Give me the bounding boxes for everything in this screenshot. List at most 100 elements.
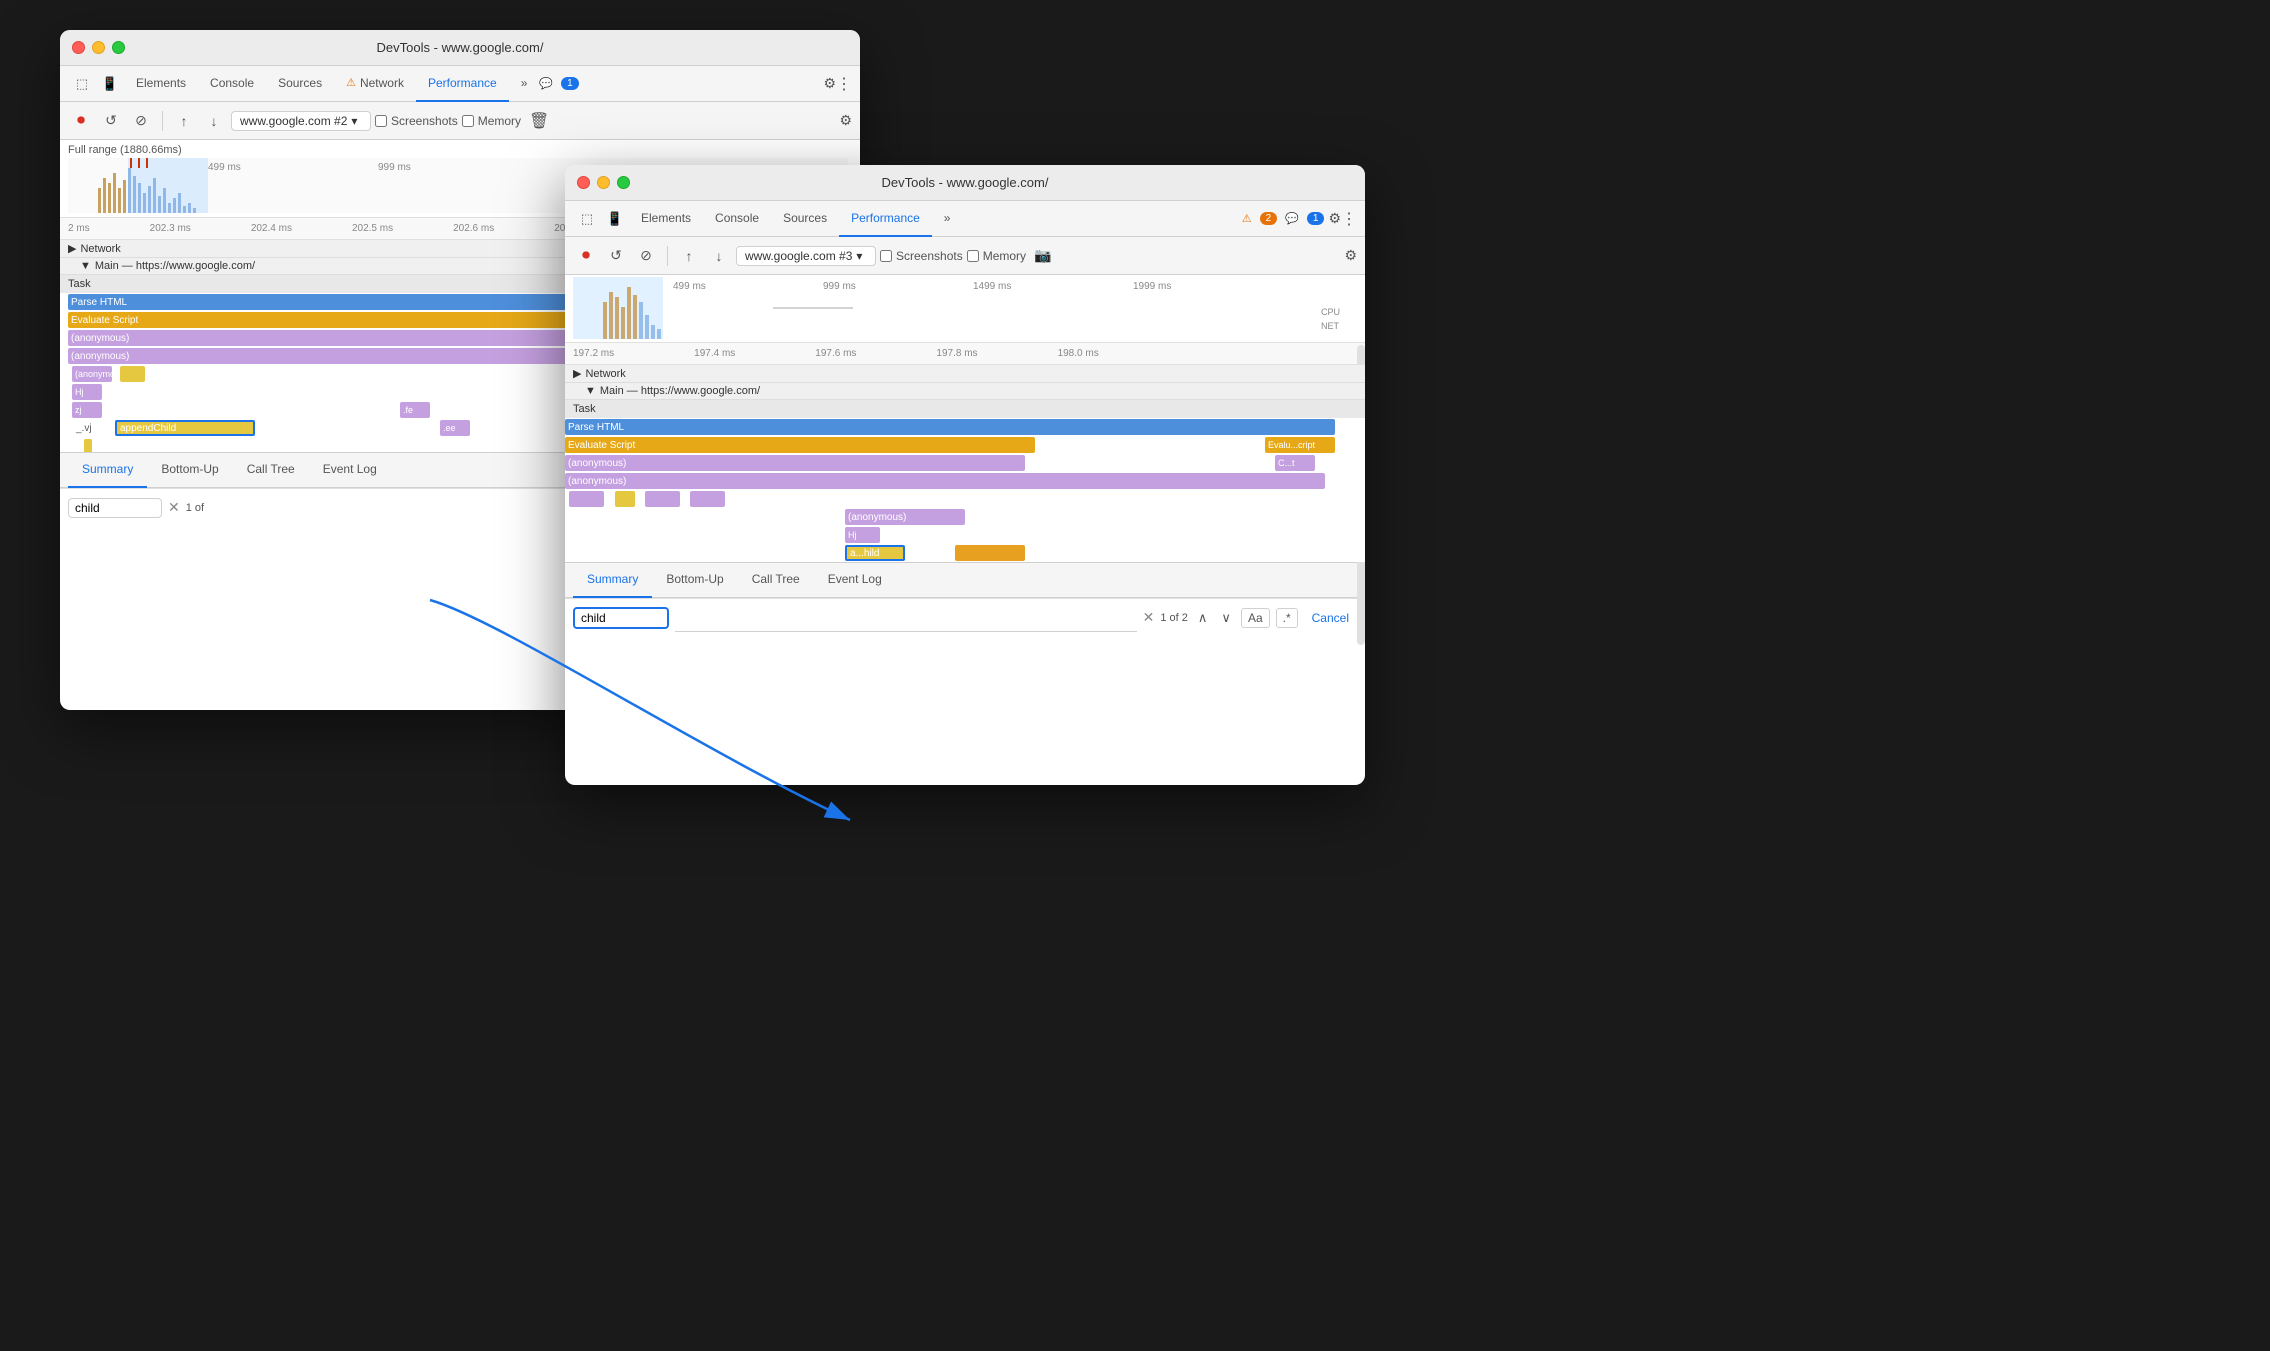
regex-button-front[interactable]: .* [1276, 608, 1298, 628]
tab-bottomup-front[interactable]: Bottom-Up [652, 562, 737, 598]
small-bar1c-front[interactable] [645, 491, 680, 507]
evaluate-script-bar2-front[interactable]: Evalu...cript [1265, 437, 1335, 453]
upload-button-front[interactable]: ↑ [676, 243, 702, 269]
search-input-back[interactable] [75, 501, 155, 515]
reload-button-front[interactable]: ↺ [603, 243, 629, 269]
appendchild-bar-back[interactable]: appendChild [115, 420, 255, 436]
parse-html-bar-back[interactable]: Parse HTML [68, 294, 608, 310]
maximize-button-front[interactable] [617, 176, 630, 189]
stop-button-back[interactable]: ⊘ [128, 108, 154, 134]
appendchild-row-front[interactable]: a...hild [565, 544, 1365, 562]
anon3-bar-front[interactable]: (anonymous) [845, 509, 965, 525]
minimize-button-front[interactable] [597, 176, 610, 189]
stop-button-front[interactable]: ⊘ [633, 243, 659, 269]
small-bar1-back[interactable]: (anonymous) [72, 366, 112, 382]
anon2-row-front[interactable]: (anonymous) [565, 472, 1365, 490]
aa-button-front[interactable]: Aa [1241, 608, 1270, 628]
device-icon-back[interactable]: 📱 [96, 70, 124, 98]
tab-elements-front[interactable]: Elements [629, 201, 703, 237]
small-bar1-front[interactable] [569, 491, 604, 507]
tab-console-back[interactable]: Console [198, 66, 266, 102]
search-input-front[interactable] [581, 611, 661, 625]
tab-elements-back[interactable]: Elements [124, 66, 198, 102]
minimize-button-back[interactable] [92, 41, 105, 54]
download-button-back[interactable]: ↓ [201, 108, 227, 134]
evaluate-script-bar-back[interactable]: Evaluate Script [68, 312, 608, 328]
anon1-row-front[interactable]: (anonymous) C...t [565, 454, 1365, 472]
memory-checkbox-front[interactable]: Memory [967, 249, 1026, 263]
tab-performance-back[interactable]: Performance [416, 66, 509, 102]
url-selector-back[interactable]: www.google.com #2 ▾ [231, 111, 371, 131]
capture-icon-front[interactable]: 📷 [1034, 247, 1051, 264]
tab-calltree-front[interactable]: Call Tree [738, 562, 814, 598]
small-row1-front[interactable] [565, 490, 1365, 508]
tab-more-front[interactable]: » [932, 201, 963, 237]
close-button-front[interactable] [577, 176, 590, 189]
capture-gear-back[interactable]: ⚙ [839, 112, 852, 129]
capture-gear-front[interactable]: ⚙ [1344, 247, 1357, 264]
tab-eventlog-back[interactable]: Event Log [309, 452, 391, 488]
hj-bar-front[interactable]: Hj [845, 527, 880, 543]
nav-down-button-front[interactable]: ∨ [1217, 608, 1235, 628]
screenshots-checkbox-back[interactable]: Screenshots [375, 114, 458, 128]
zj-bar-back[interactable]: zj [72, 402, 102, 418]
url-selector-front[interactable]: www.google.com #3 ▾ [736, 246, 876, 266]
evaluate-script-bar-front[interactable]: Evaluate Script [565, 437, 1035, 453]
anon1-bar-front[interactable]: (anonymous) [565, 455, 1025, 471]
anon2-bar-front[interactable]: (anonymous) [565, 473, 1325, 489]
ee-bar-back[interactable]: .ee [440, 420, 470, 436]
ruler-mark-2-back: 202.4 ms [251, 223, 292, 234]
gear-icon-front[interactable]: ⚙ [1328, 210, 1341, 227]
more-icon-back[interactable]: ⋮ [836, 74, 852, 94]
close-button-back[interactable] [72, 41, 85, 54]
more-icon-front[interactable]: ⋮ [1341, 209, 1357, 229]
tab-eventlog-front[interactable]: Event Log [814, 562, 896, 598]
evaluate-script-row-front[interactable]: Evaluate Script Evalu...cript [565, 436, 1365, 454]
hj-row-front[interactable]: Hj [565, 526, 1365, 544]
tab-bottomup-back[interactable]: Bottom-Up [147, 452, 232, 488]
tab-more-back[interactable]: » [509, 66, 540, 102]
parse-html-row-front[interactable]: Parse HTML [565, 418, 1365, 436]
inspect-icon-back[interactable]: ⬚ [68, 70, 96, 98]
inspect-icon-front[interactable]: ⬚ [573, 205, 601, 233]
record-button-back[interactable]: ⏺ [68, 108, 94, 134]
network-section-front[interactable]: ▶ Network [565, 365, 1365, 383]
tab-sources-front[interactable]: Sources [771, 201, 839, 237]
tab-performance-front[interactable]: Performance [839, 201, 932, 237]
fe-bar-back[interactable]: .fe [400, 402, 430, 418]
memory-checkbox-back[interactable]: Memory [462, 114, 521, 128]
download-button-front[interactable]: ↓ [706, 243, 732, 269]
reload-button-back[interactable]: ↺ [98, 108, 124, 134]
gear-icon-back[interactable]: ⚙ [823, 75, 836, 92]
cancel-button-front[interactable]: Cancel [1304, 607, 1357, 629]
tab-sources-back[interactable]: Sources [266, 66, 334, 102]
extra-bar-front[interactable] [955, 545, 1025, 561]
small-bar1b-back[interactable] [120, 366, 145, 382]
screenshots-checkbox-front[interactable]: Screenshots [880, 249, 963, 263]
small-bar1b-front[interactable] [615, 491, 635, 507]
search-wrap-back[interactable] [68, 498, 162, 518]
maximize-button-back[interactable] [112, 41, 125, 54]
device-icon-front[interactable]: 📱 [601, 205, 629, 233]
nav-up-button-front[interactable]: ∧ [1194, 608, 1212, 628]
anon1-bar2-front[interactable]: C...t [1275, 455, 1315, 471]
small-bar1d-front[interactable] [690, 491, 725, 507]
parse-html-bar-front[interactable]: Parse HTML [565, 419, 1335, 435]
search-wrap-front[interactable] [573, 607, 669, 629]
trash-icon-back[interactable]: 🗑 [529, 111, 549, 131]
appendchild-bar-front[interactable]: a...hild [845, 545, 905, 561]
hj-bar-back[interactable]: Hj [72, 384, 102, 400]
anon2-bar-back[interactable]: (anonymous) [68, 348, 578, 364]
tab-calltree-back[interactable]: Call Tree [233, 452, 309, 488]
main-section-front[interactable]: ▼ Main — https://www.google.com/ [565, 383, 1365, 400]
anon3-row-front[interactable]: (anonymous) [565, 508, 1365, 526]
tab-network-back[interactable]: ⚠ Network [334, 66, 416, 102]
record-button-front[interactable]: ⏺ [573, 243, 599, 269]
anon1-bar-back[interactable]: (anonymous) [68, 330, 588, 346]
search-clear-front[interactable]: ✕ [1143, 609, 1155, 626]
tab-console-front[interactable]: Console [703, 201, 771, 237]
search-clear-back[interactable]: ✕ [168, 499, 180, 516]
upload-button-back[interactable]: ↑ [171, 108, 197, 134]
tab-summary-back[interactable]: Summary [68, 452, 147, 488]
tab-summary-front[interactable]: Summary [573, 562, 652, 598]
